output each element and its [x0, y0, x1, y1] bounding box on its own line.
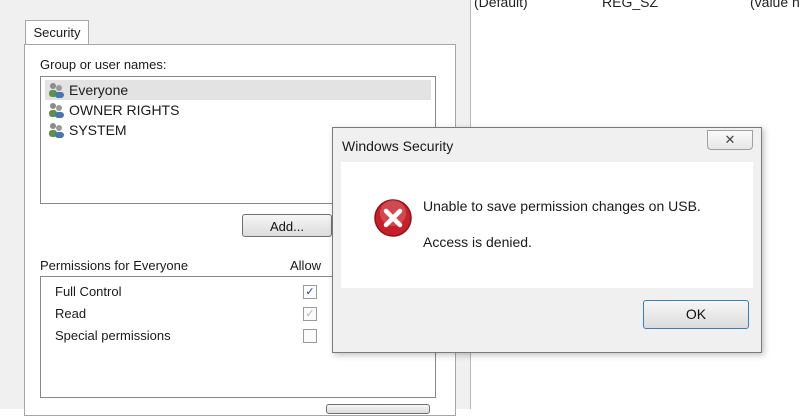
tab-security[interactable]: Security	[25, 20, 89, 45]
advanced-button-edge[interactable]	[326, 404, 430, 414]
group-names-label: Group or user names:	[40, 57, 167, 72]
error-icon	[374, 199, 412, 237]
allow-column-header: Allow	[290, 258, 322, 273]
users-group-icon	[49, 83, 64, 98]
users-group-icon	[49, 123, 64, 138]
users-group-icon	[49, 103, 64, 118]
user-name-label: Everyone	[69, 82, 129, 98]
permissions-for-label: Permissions for Everyone	[40, 258, 189, 273]
add-button[interactable]: Add...	[242, 214, 332, 237]
allow-full-control-checkbox[interactable]: ✓	[303, 285, 317, 299]
allow-special-checkbox[interactable]	[303, 329, 317, 343]
list-item-owner-rights[interactable]: OWNER RIGHTS	[45, 100, 431, 120]
dialog-message-area: Unable to save permission changes on USB…	[341, 162, 753, 288]
user-name-label: SYSTEM	[69, 122, 127, 138]
error-detail: Access is denied.	[423, 234, 532, 250]
allow-read-checkbox: ✓	[303, 307, 317, 321]
dialog-title: Windows Security	[342, 138, 454, 154]
error-message: Unable to save permission changes on USB…	[423, 198, 701, 214]
permission-full-control: Full Control	[55, 284, 122, 299]
permission-read: Read	[55, 306, 87, 321]
registry-value-row[interactable]: (Default) REG_SZ (value n	[464, 0, 800, 12]
user-name-label: OWNER RIGHTS	[69, 102, 180, 118]
dialog-footer: OK	[341, 288, 753, 346]
close-button[interactable]: ✕	[707, 130, 753, 150]
ok-button[interactable]: OK	[643, 300, 749, 329]
windows-security-dialog: Windows Security ✕ Unable to save permis…	[332, 127, 762, 353]
registry-type-cell: REG_SZ	[602, 0, 659, 10]
registry-name-cell: (Default)	[474, 0, 528, 10]
registry-data-cell: (value n	[750, 0, 800, 10]
list-item-everyone[interactable]: Everyone	[45, 80, 431, 100]
permission-special: Special permissions	[55, 328, 171, 343]
